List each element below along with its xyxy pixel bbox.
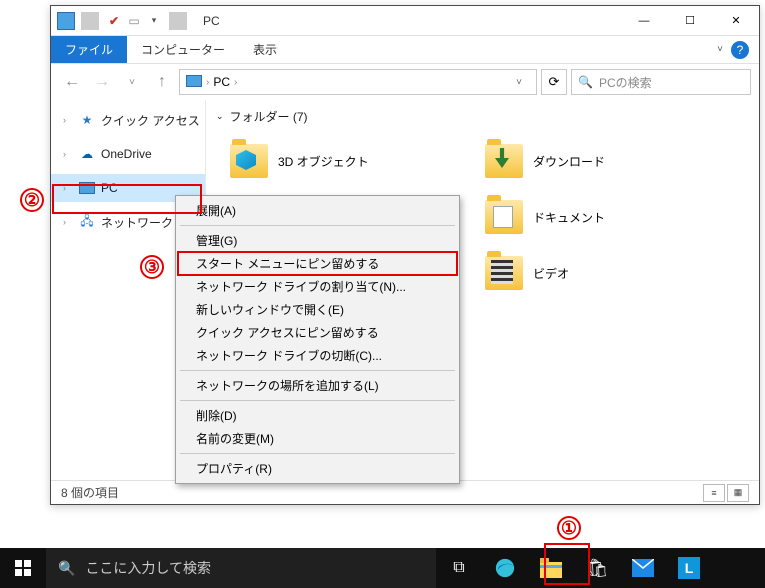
sidebar-item-label: OneDrive [101, 147, 152, 161]
file-explorer-icon[interactable] [528, 548, 574, 588]
folders-group-header[interactable]: ⌄ フォルダー (7) [216, 108, 749, 125]
help-icon[interactable]: ? [731, 41, 749, 59]
navigation-bar: ← → ˅ ↑ › PC › ˅ ⟳ 🔍 PCの検索 [51, 64, 759, 100]
minimize-button[interactable]: ― [621, 6, 667, 36]
annotation-2: ② [20, 188, 44, 212]
pc-icon [79, 180, 95, 196]
chevron-right-icon: › [234, 77, 237, 88]
ribbon-file-tab[interactable]: ファイル [51, 36, 127, 63]
up-button[interactable]: ↑ [149, 69, 175, 95]
app-l-icon[interactable]: L [666, 548, 712, 588]
address-bar[interactable]: › PC › ˅ [179, 69, 537, 95]
start-button[interactable] [0, 548, 46, 588]
recent-dropdown[interactable]: ˅ [119, 69, 145, 95]
titlebar: ✔ ▭ ▾ PC ― ☐ ✕ [51, 6, 759, 36]
folder-label: ビデオ [533, 265, 569, 282]
sidebar-item-label: クイック アクセス [101, 112, 200, 129]
refresh-button[interactable]: ⟳ [541, 69, 567, 95]
folder-videos[interactable]: ビデオ [471, 245, 726, 301]
view-switcher: ≡ ▦ [703, 484, 749, 502]
maximize-button[interactable]: ☐ [667, 6, 713, 36]
taskbar-icons: ⧉ 🛍 L [436, 548, 712, 588]
ctx-delete[interactable]: 削除(D) [178, 404, 457, 427]
chevron-right-icon: › [63, 149, 73, 159]
ctx-add-network-location[interactable]: ネットワークの場所を追加する(L) [178, 374, 457, 397]
cloud-icon: ☁ [79, 146, 95, 162]
folder-icon [485, 200, 523, 234]
breadcrumb-pc[interactable]: PC [213, 75, 230, 89]
ctx-pin-start[interactable]: スタート メニューにピン留めする [178, 252, 457, 275]
sidebar-item-onedrive[interactable]: › ☁ OneDrive [51, 140, 205, 168]
folder-icon [485, 144, 523, 178]
properties-icon[interactable]: ▭ [125, 12, 143, 30]
ribbon-tab-computer[interactable]: コンピューター [127, 36, 239, 63]
dropdown-icon[interactable]: ▾ [145, 12, 163, 30]
ribbon-tab-view[interactable]: 表示 [239, 36, 291, 63]
ribbon-collapse-icon[interactable]: ˅ [717, 44, 723, 55]
ctx-rename[interactable]: 名前の変更(M) [178, 427, 457, 450]
ctx-map-drive[interactable]: ネットワーク ドライブの割り当て(N)... [178, 275, 457, 298]
ctx-disconnect-drive[interactable]: ネットワーク ドライブの切断(C)... [178, 344, 457, 367]
window-controls: ― ☐ ✕ [621, 6, 759, 36]
icons-view-button[interactable]: ▦ [727, 484, 749, 502]
chevron-right-icon: › [63, 217, 73, 227]
window-title: PC [197, 14, 220, 28]
context-menu: 展開(A) 管理(G) スタート メニューにピン留めする ネットワーク ドライブ… [175, 195, 460, 484]
search-box[interactable]: 🔍 PCの検索 [571, 69, 751, 95]
annotation-3: ③ [140, 255, 164, 279]
sidebar-item-quick-access[interactable]: › ★ クイック アクセス [51, 106, 205, 134]
pc-icon [57, 12, 75, 30]
ribbon-tabs: ファイル コンピューター 表示 ˅ ? [51, 36, 759, 64]
network-icon: 🖧 [79, 214, 95, 230]
taskbar-search-placeholder: ここに入力して検索 [85, 558, 211, 578]
folder-downloads[interactable]: ダウンロード [471, 133, 726, 189]
search-placeholder: PCの検索 [599, 74, 652, 91]
taskbar-search[interactable]: 🔍 ここに入力して検索 [46, 548, 436, 588]
forward-button[interactable]: → [89, 69, 115, 95]
folder-icon [485, 256, 523, 290]
ctx-expand[interactable]: 展開(A) [178, 199, 457, 222]
ctx-pin-quick[interactable]: クイック アクセスにピン留めする [178, 321, 457, 344]
edge-icon[interactable] [482, 548, 528, 588]
address-dropdown-icon[interactable]: ˅ [508, 77, 530, 88]
ctx-new-window[interactable]: 新しいウィンドウで開く(E) [178, 298, 457, 321]
back-button[interactable]: ← [59, 69, 85, 95]
folder-3d-objects[interactable]: 3D オブジェクト [216, 133, 471, 189]
close-button[interactable]: ✕ [713, 6, 759, 36]
folder-label: 3D オブジェクト [278, 153, 369, 170]
annotation-1: ① [557, 516, 581, 540]
ctx-properties[interactable]: プロパティ(R) [178, 457, 457, 480]
star-icon: ★ [79, 112, 95, 128]
item-count: 8 個の項目 [61, 484, 119, 501]
details-view-button[interactable]: ≡ [703, 484, 725, 502]
folder-label: ダウンロード [533, 153, 605, 170]
quick-access-toolbar: ✔ ▭ ▾ [51, 12, 197, 30]
pc-icon [186, 75, 202, 90]
sidebar-item-label: PC [101, 181, 118, 195]
chevron-right-icon: › [63, 115, 73, 125]
folder-icon [230, 144, 268, 178]
folder-label: ドキュメント [533, 209, 605, 226]
folder-documents[interactable]: ドキュメント [471, 189, 726, 245]
mail-icon[interactable] [620, 548, 666, 588]
ctx-manage[interactable]: 管理(G) [178, 229, 457, 252]
search-icon: 🔍 [58, 560, 75, 577]
chevron-down-icon: ⌄ [216, 111, 224, 122]
chevron-right-icon: › [206, 77, 209, 88]
search-icon: 🔍 [578, 75, 593, 89]
sidebar-item-label: ネットワーク [101, 214, 173, 231]
taskbar: 🔍 ここに入力して検索 ⧉ 🛍 L [0, 548, 765, 588]
checkbox-icon[interactable]: ✔ [105, 12, 123, 30]
task-view-button[interactable]: ⧉ [436, 548, 482, 588]
store-icon[interactable]: 🛍 [574, 548, 620, 588]
chevron-right-icon: › [63, 183, 73, 193]
